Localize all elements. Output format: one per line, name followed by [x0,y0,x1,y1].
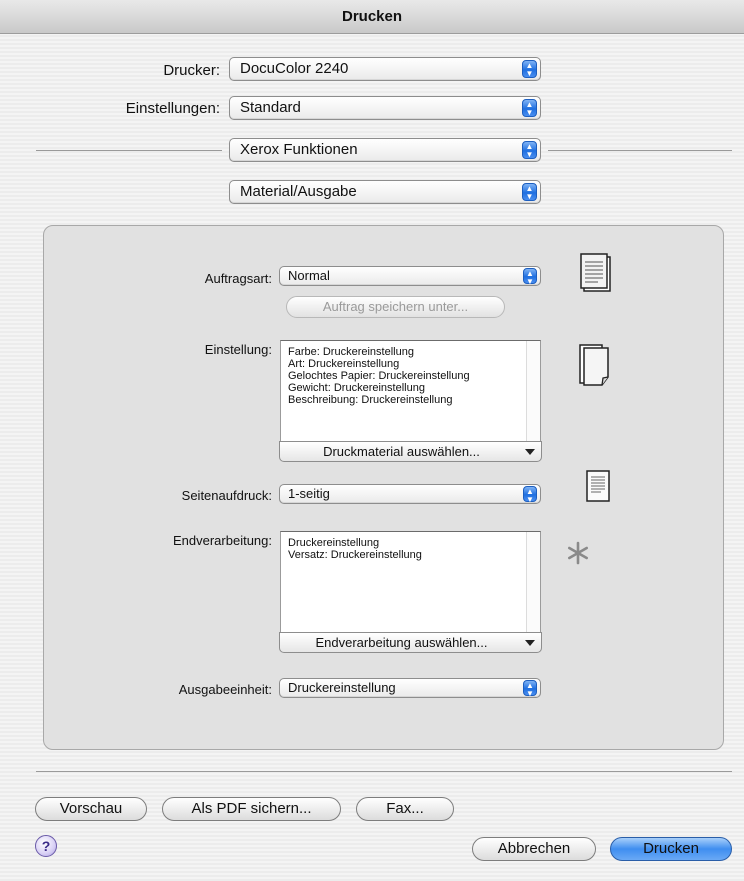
asterisk-icon [566,541,590,570]
save-pdf-button[interactable]: Als PDF sichern... [162,797,341,821]
paper-settings-list[interactable]: Farbe: Druckereinstellung Art: Druckerei… [280,340,541,442]
triangle-down-icon [525,449,535,455]
help-icon[interactable]: ? [35,835,57,857]
paper-settings-line: Art: Druckereinstellung [288,358,400,370]
paper-settings-line: Farbe: Druckereinstellung [288,346,414,358]
panel-select-value: Material/Ausgabe [240,183,357,200]
paper-settings-line: Gewicht: Druckereinstellung [288,382,425,394]
save-job-button[interactable]: Auftrag speichern unter... [286,296,505,318]
popup-arrows-icon: ▲ ▼ [522,183,537,201]
select-finishing-label: Endverarbeitung auswählen... [315,635,488,650]
sides-label: Seitenaufdruck: [181,488,272,503]
printer-value: DocuColor 2240 [240,60,349,77]
paper-settings-line: Gelochtes Papier: Druckereinstellung [288,370,470,382]
finishing-label: Endverarbeitung: [172,533,272,548]
popup-arrows-icon: ▲ ▼ [522,141,537,159]
finishing-line: Druckereinstellung [288,537,380,549]
paper-stack-icon [578,343,612,394]
popup-arrows-icon: ▲ ▼ [523,680,537,698]
separator-right [548,150,732,151]
presets-popup[interactable]: Standard ▲ ▼ [229,96,541,120]
finishing-list[interactable]: Druckereinstellung Versatz: Druckereinst… [280,531,541,633]
job-type-value: Normal [288,268,330,283]
printer-label: Drucker: [163,62,220,79]
scrollbar[interactable] [526,532,540,632]
popup-arrows-icon: ▲ ▼ [522,99,537,117]
feature-set-popup[interactable]: Xerox Funktionen ▲ ▼ [229,138,541,162]
select-finishing-button[interactable]: Endverarbeitung auswählen... [279,632,542,653]
single-page-icon [586,470,610,507]
paper-settings-line: Beschreibung: Druckereinstellung [288,394,453,406]
popup-arrows-icon: ▲ ▼ [523,268,537,286]
finishing-line: Versatz: Druckereinstellung [288,549,422,561]
fax-button[interactable]: Fax... [356,797,454,821]
job-type-label: Auftragsart: [204,271,272,286]
sides-value: 1-seitig [288,486,330,501]
popup-arrows-icon: ▲ ▼ [523,486,537,504]
window-title: Drucken [0,0,744,34]
presets-value: Standard [240,99,301,116]
print-button[interactable]: Drucken [610,837,732,861]
output-device-label: Ausgabeeinheit: [178,682,272,697]
select-paper-button[interactable]: Druckmaterial auswählen... [279,441,542,462]
output-device-popup[interactable]: Druckereinstellung ▲ ▼ [279,678,541,698]
triangle-down-icon [525,640,535,646]
output-device-value: Druckereinstellung [288,680,396,695]
footer-separator [36,771,732,772]
scrollbar[interactable] [526,341,540,441]
preview-button[interactable]: Vorschau [35,797,147,821]
document-stack-icon [580,253,612,298]
presets-label: Einstellungen: [125,100,220,117]
sides-popup[interactable]: 1-seitig ▲ ▼ [279,484,541,504]
job-type-popup[interactable]: Normal ▲ ▼ [279,266,541,286]
cancel-button[interactable]: Abbrechen [472,837,596,861]
separator-left [36,150,222,151]
select-paper-label: Druckmaterial auswählen... [323,444,480,459]
feature-set-value: Xerox Funktionen [240,141,358,158]
popup-arrows-icon: ▲ ▼ [522,60,537,78]
printer-popup[interactable]: DocuColor 2240 ▲ ▼ [229,57,541,81]
paper-settings-label: Einstellung: [204,342,272,357]
panel-select-popup[interactable]: Material/Ausgabe ▲ ▼ [229,180,541,204]
